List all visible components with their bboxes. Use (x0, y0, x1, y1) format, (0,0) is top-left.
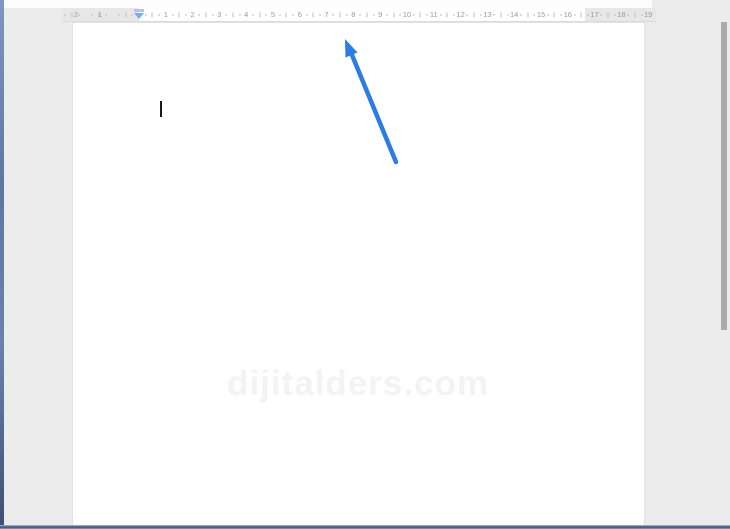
ruler-quarter-tick (105, 13, 106, 16)
ruler-quarter-tick (265, 13, 267, 16)
ruler-label: 8 (351, 10, 356, 19)
ruler-quarter-tick (332, 13, 334, 16)
ruler-quarter-tick (453, 13, 455, 16)
ruler-quarter-tick (118, 13, 120, 16)
ruler-quarter-tick (239, 13, 240, 16)
ruler-quarter-tick (627, 13, 629, 16)
ruler-quarter-tick (574, 13, 575, 16)
ruler-quarter-tick (198, 13, 200, 16)
ruler-label: 12 (456, 10, 465, 19)
vertical-scrollbar-thumb[interactable] (721, 22, 727, 330)
ruler-quarter-tick (547, 13, 549, 16)
ruler-quarter-tick (319, 13, 321, 16)
ruler-label: 6 (297, 10, 302, 19)
ruler-quarter-tick (533, 13, 535, 16)
ruler-quarter-tick (480, 13, 482, 16)
ruler-half-tick (178, 12, 180, 17)
ruler-half-tick (419, 12, 421, 17)
ruler-quarter-tick (91, 13, 93, 16)
ruler-half-tick (553, 12, 555, 17)
ruler-quarter-tick (520, 13, 522, 16)
ruler-half-tick (71, 12, 73, 17)
ruler-half-tick (446, 12, 448, 17)
ruler-quarter-tick (78, 13, 80, 16)
ruler-label: 1 (163, 10, 168, 19)
ruler-half-tick (339, 12, 341, 17)
ruler-quarter-tick (614, 13, 616, 16)
ruler-half-tick (473, 12, 475, 17)
ruler-quarter-tick (641, 13, 642, 16)
ruler-label: 5 (270, 10, 276, 19)
ruler-half-tick (285, 12, 287, 17)
ruler-quarter-tick (359, 13, 361, 16)
ruler-label: 18 (617, 10, 626, 19)
left-indent-marker-icon[interactable] (134, 13, 144, 19)
ruler-quarter-tick (185, 13, 187, 16)
ruler-half-tick (393, 12, 395, 17)
watermark: dijitalders.com (227, 364, 490, 403)
ruler-label: 19 (644, 10, 653, 19)
ruler-half-tick (634, 12, 636, 17)
ruler-half-tick (259, 12, 261, 17)
ruler-quarter-tick (507, 13, 508, 16)
ruler-half-tick (607, 12, 609, 17)
ruler-quarter-tick (279, 13, 281, 16)
ruler-quarter-tick (346, 13, 348, 16)
ruler-quarter-tick (292, 13, 294, 16)
ruler-quarter-tick (386, 13, 388, 16)
ruler-quarter-tick (172, 13, 173, 16)
window-left-edge (0, 0, 4, 529)
ruler-half-tick (500, 12, 502, 17)
ruler-label: 9 (378, 10, 383, 19)
ruler-quarter-tick (600, 13, 602, 16)
ruler-label: 2 (73, 10, 79, 19)
ruler-label: 4 (244, 10, 249, 19)
toolbar-bottom-strip (4, 0, 652, 8)
text-cursor (160, 101, 162, 117)
ruler-label: 1 (97, 10, 103, 19)
ruler-half-tick (232, 12, 234, 17)
ruler-quarter-tick (131, 13, 133, 16)
ruler-quarter-tick (306, 13, 307, 16)
ruler-label: 14 (510, 10, 519, 19)
window-bottom-border (0, 525, 730, 529)
ruler-quarter-tick (145, 13, 147, 16)
ruler-quarter-tick (426, 13, 428, 16)
ruler-quarter-tick (560, 13, 562, 16)
ruler-half-tick (312, 12, 314, 17)
ruler-label: 16 (563, 10, 572, 19)
ruler-label: 15 (536, 10, 546, 19)
ruler[interactable]: 1 2 3 4 5 6 7 8 9 10 11 12 13 14 15 16 17 18 19 2 1 (62, 8, 656, 22)
ruler-quarter-tick (399, 13, 401, 16)
ruler-quarter-tick (212, 13, 214, 16)
ruler-quarter-tick (440, 13, 441, 16)
ruler-quarter-tick (158, 13, 160, 16)
ruler-half-tick (527, 12, 529, 17)
ruler-quarter-tick (373, 13, 374, 16)
ruler-label: 10 (402, 10, 412, 19)
ruler-quarter-tick (466, 13, 468, 16)
ruler-quarter-tick (225, 13, 227, 16)
ruler-label: 13 (483, 10, 492, 19)
ruler-half-tick (151, 12, 153, 17)
ruler-label: 17 (590, 10, 599, 19)
ruler-quarter-tick (413, 13, 415, 16)
indent-marker[interactable] (134, 8, 144, 21)
ruler-quarter-tick (493, 13, 495, 16)
first-line-indent-marker[interactable] (134, 9, 144, 12)
ruler-label: 3 (217, 10, 222, 19)
ruler-half-tick (125, 12, 127, 17)
ruler-half-tick (205, 12, 207, 17)
document-page[interactable]: dijitalders.com (72, 22, 645, 529)
ruler-half-tick (580, 12, 582, 17)
ruler-quarter-tick (64, 13, 66, 16)
ruler-label: 11 (429, 10, 438, 19)
ruler-label: 7 (324, 10, 329, 19)
ruler-quarter-tick (587, 13, 589, 16)
ruler-half-tick (366, 12, 368, 17)
ruler-label: 2 (190, 10, 195, 19)
ruler-quarter-tick (252, 13, 254, 16)
